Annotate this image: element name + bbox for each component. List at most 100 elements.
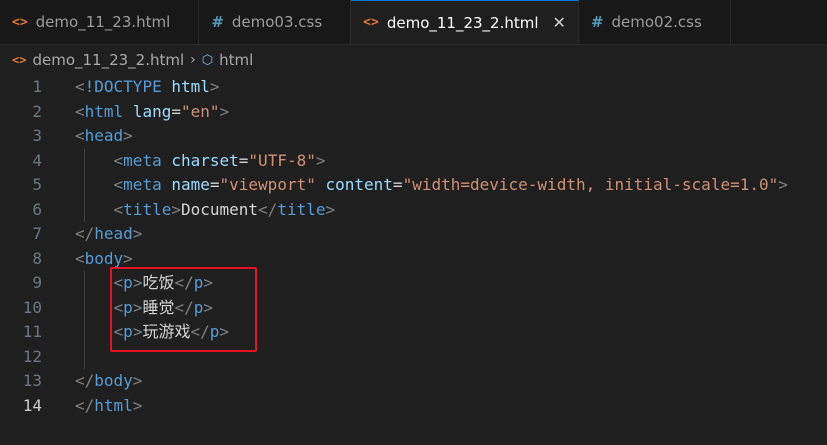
code-token: < [113,175,124,194]
code-line[interactable]: 14 </html> [0,394,827,419]
tab-demo-11-23-2-html[interactable]: <> demo_11_23_2.html ✕ [351,0,579,44]
code-token: body [94,371,133,390]
code-token: > [123,248,133,268]
code-token: < [113,150,124,170]
line-number: 5 [32,175,42,194]
code-text: </body> [75,369,142,394]
html-file-icon: <> [363,15,379,30]
code-token: < [75,126,85,145]
code-token: content [325,175,393,194]
code-line[interactable]: 13 </body> [0,369,827,394]
line-number: 2 [32,101,42,121]
code-token: "UTF-8" [248,150,316,170]
line-number: 10 [22,297,42,317]
code-line[interactable]: 6 <title>Document</title> [0,198,827,223]
code-token: = [392,175,403,194]
tab-label: demo02.css [611,13,702,31]
code-line[interactable]: 1 <!DOCTYPE html> [0,75,827,100]
line-number: 14 [22,395,42,415]
code-token: title [277,199,326,219]
code-token: !DOCTYPE [84,77,162,96]
chevron-right-icon: › [190,52,196,68]
line-number: 8 [32,248,42,268]
line-number: 4 [32,150,42,170]
code-token: meta [123,150,162,170]
code-token: html [171,77,210,96]
code-token: > [171,199,181,219]
code-token: </ [75,395,95,415]
line-number: 9 [32,273,42,292]
code-token: > [778,175,788,194]
code-token: </ [75,224,95,243]
tab-demo02-css[interactable]: # demo02.css [578,0,731,44]
tab-label: demo_11_23.html [35,13,171,31]
code-token: = [238,150,249,170]
code-line[interactable]: 2 <html lang="en"> [0,100,827,125]
code-token: </ [258,199,278,219]
highlight-box [110,267,257,352]
html-file-icon: <> [12,53,27,67]
code-token: > [123,126,133,145]
code-line[interactable]: 7 </head> [0,222,827,247]
code-token: > [132,224,143,243]
code-token: lang [132,101,172,121]
css-file-icon: # [211,13,224,31]
line-number: 7 [32,224,42,243]
breadcrumb-symbol[interactable]: html [219,51,253,69]
code-line[interactable]: 3 <head> [0,124,827,149]
line-number: 11 [22,322,42,341]
code-editor[interactable]: 1 <!DOCTYPE html> 2 <html lang="en"> 3 <head>… [0,75,827,418]
code-token: head [94,224,133,243]
code-token: < [75,101,85,121]
code-token: > [132,371,143,390]
code-text: <title>Document</title> [75,198,336,223]
code-token: html [94,395,133,415]
code-text: <html lang="en"> [75,100,229,125]
code-token: > [325,199,336,219]
line-number: 3 [32,126,42,145]
element-symbol-icon: ⬡ [201,52,214,68]
html-file-icon: <> [12,14,28,30]
tab-demo-11-23-html[interactable]: <> demo_11_23.html [0,0,200,44]
code-token: Document [180,199,259,219]
code-token: charset [171,150,239,170]
code-token: meta [123,175,162,194]
code-token: head [84,126,124,145]
code-token: = [171,101,181,121]
code-line[interactable]: 4 <meta charset="UTF-8"> [0,149,827,174]
code-token: "viewport" [219,175,316,194]
code-line[interactable]: 5 <meta name="viewport" content="width=d… [0,173,827,198]
code-token: html [84,101,124,121]
code-text: <!DOCTYPE html> [75,75,220,100]
breadcrumb: <> demo_11_23_2.html › ⬡ html [0,45,827,75]
code-token: > [209,77,220,96]
close-icon[interactable]: ✕ [553,13,566,32]
code-token: < [75,77,85,96]
tab-label: demo_11_23_2.html [386,13,539,32]
code-token: "en" [180,101,220,121]
line-number: 12 [22,346,42,366]
code-text: <head> [75,124,133,149]
code-token: < [75,248,85,268]
code-text: <meta charset="UTF-8"> [75,149,326,174]
tab-label: demo03.css [231,13,323,31]
code-token: </ [75,371,95,390]
code-token: = [209,175,220,194]
line-number: 1 [32,77,42,96]
code-text: <meta name="viewport" content="width=dev… [75,173,788,198]
code-text: </html> [75,394,142,419]
code-token: name [171,175,210,194]
code-token: < [113,199,124,219]
tab-demo03-css[interactable]: # demo03.css [199,0,352,44]
breadcrumb-file[interactable]: demo_11_23_2.html [32,51,184,69]
line-number: 13 [22,371,42,390]
code-token: title [123,199,172,219]
